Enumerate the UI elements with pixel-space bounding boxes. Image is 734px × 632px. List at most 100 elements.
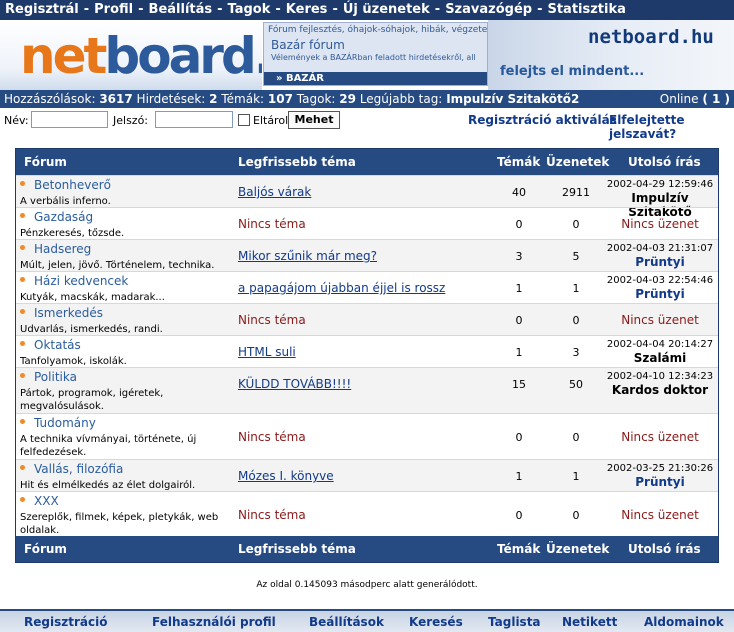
nav-separator: - — [217, 2, 223, 17]
ad-tag: » BAZÁR — [264, 72, 487, 85]
remember-checkbox[interactable] — [238, 114, 250, 126]
topic-count: 0 — [515, 509, 523, 522]
forum-link[interactable]: Tudomány — [34, 416, 96, 430]
nav-new-messages[interactable]: Új üzenetek — [343, 2, 430, 17]
table-footer-header: Fórum Legfrissebb téma Témák Üzenetek Ut… — [16, 536, 718, 562]
bullet-icon — [20, 309, 25, 314]
footer-register-link[interactable]: Regisztráció — [24, 615, 107, 629]
stats-bar: Hozzászólások: 3617 Hirdetések: 2 Témák:… — [0, 90, 734, 108]
table-body: Betonheverő A verbális inferno. Baljós v… — [16, 175, 718, 536]
brand-panel: netboard.hu felejts el mindent... — [488, 20, 734, 90]
stats-ads-label: Hirdetések: — [136, 92, 206, 106]
topic-count: 15 — [512, 378, 526, 391]
latest-topic-link[interactable]: HTML suli — [238, 345, 296, 359]
forum-link[interactable]: Hadsereg — [34, 242, 91, 256]
topic-count: 0 — [515, 431, 523, 444]
forum-link[interactable]: Vallás, filozófia — [34, 462, 123, 476]
stats-newest-member[interactable]: Impulzív Szitakötő2 — [446, 92, 579, 106]
table-row: XXX Szereplők, filmek, képek, pletykák, … — [16, 491, 718, 536]
login-bar: Név: Jelszó: Eltárol Mehet Regisztráció … — [0, 108, 734, 141]
nav-separator: - — [434, 2, 441, 17]
last-post-none: Nincs üzenet — [621, 430, 699, 444]
nav-separator: - — [332, 2, 338, 17]
nav-separator: - — [138, 2, 144, 17]
last-post-user[interactable]: Prüntyi — [600, 475, 720, 489]
last-post-date: 2002-04-03 22:54:46 — [606, 275, 714, 286]
stats-topics: 107 — [267, 92, 293, 106]
login-submit-button[interactable]: Mehet — [288, 111, 340, 129]
last-post-date: 2002-03-25 21:30:26 — [606, 463, 714, 474]
latest-topic-link[interactable]: Mózes I. könyve — [238, 469, 334, 483]
last-post-none: Nincs üzenet — [621, 217, 699, 231]
last-post-user[interactable]: Prüntyi — [600, 287, 720, 301]
ad-banner[interactable]: Fórum fejlesztés, óhajok-sóhajok, hibák,… — [263, 22, 488, 86]
table-row: Politika Pártok, programok, igéretek, me… — [16, 367, 718, 413]
forum-link[interactable]: Betonheverő — [34, 178, 111, 192]
stats-ads: 2 — [209, 92, 218, 106]
nav-register[interactable]: Regisztrál — [5, 2, 79, 17]
latest-topic-link[interactable]: KÜLDD TOVÁBB!!!! — [238, 377, 351, 391]
footer-header-last-post: Utolsó írás — [628, 542, 701, 556]
header-topics: Témák — [497, 155, 541, 169]
ad-line-2: Vélemények a BAZÁRban feladott hirdetése… — [271, 53, 476, 62]
last-post-user[interactable]: Kardos doktor — [600, 383, 720, 397]
nav-profile[interactable]: Profil — [94, 2, 133, 17]
last-post-user[interactable]: Prüntyi — [600, 255, 720, 269]
table-row: Házi kedvencek Kutyák, macskák, madarak.… — [16, 271, 718, 303]
footer-memberlist-link[interactable]: Taglista — [488, 615, 541, 629]
topic-count: 1 — [515, 282, 523, 295]
post-count: 0 — [572, 314, 580, 327]
name-input[interactable] — [31, 111, 108, 128]
footer-search-link[interactable]: Keresés — [409, 615, 463, 629]
forum-link[interactable]: XXX — [34, 494, 59, 508]
forum-link[interactable]: Oktatás — [34, 338, 81, 352]
generation-time: Az oldal 0.145093 másodperc alatt generá… — [256, 580, 478, 590]
last-post-none: Nincs üzenet — [621, 313, 699, 327]
post-count: 0 — [572, 509, 580, 522]
footer-header-topics: Témák — [497, 542, 541, 556]
latest-topic-link[interactable]: Mikor szűnik már meg? — [238, 249, 377, 263]
latest-topic-link[interactable]: a papagájom újabban éjjel is rossz — [238, 281, 445, 295]
online-label: Online — [659, 92, 699, 106]
post-count: 0 — [572, 431, 580, 444]
nav-separator: - — [83, 2, 90, 17]
forgot-password-link[interactable]: Elfelejtette jelszavát? — [609, 113, 734, 141]
last-post-user[interactable]: Szalámi — [600, 351, 720, 365]
table-row: Oktatás Tanfolyamok, iskolák. HTML suli … — [16, 335, 718, 367]
table-row: Gazdaság Pénzkeresés, tőzsde. Nincs téma… — [16, 207, 718, 239]
ad-title: Bazár fórum — [271, 38, 345, 52]
remember-label: Eltárol — [253, 114, 289, 127]
footer-subdomains-link[interactable]: Aldomainok — [644, 615, 724, 629]
forum-link[interactable]: Politika — [34, 370, 77, 384]
last-post-date: 2002-04-03 21:31:07 — [606, 243, 714, 254]
nav-search[interactable]: Keres — [286, 2, 328, 17]
latest-topic-link[interactable]: Baljós várak — [238, 185, 311, 199]
post-count: 1 — [572, 282, 580, 295]
site-logo[interactable]: netboard.hu — [0, 20, 262, 90]
footer-settings-link[interactable]: Beállítások — [309, 615, 384, 629]
forum-link[interactable]: Gazdaság — [34, 210, 93, 224]
bullet-icon — [20, 373, 25, 378]
latest-topic-none: Nincs téma — [238, 430, 306, 444]
nav-settings[interactable]: Beállítás — [149, 2, 213, 17]
bullet-icon — [20, 497, 25, 502]
password-input[interactable] — [155, 111, 233, 128]
logo-text-board: board.hu — [104, 27, 262, 85]
footer-netiquette-link[interactable]: Netikett — [562, 615, 617, 629]
footer-header-forum: Fórum — [24, 542, 67, 556]
stats-members-label: Tagok: — [296, 92, 336, 106]
forum-link[interactable]: Házi kedvencek — [34, 274, 128, 288]
bullet-icon — [20, 465, 25, 470]
forum-link[interactable]: Ismerkedés — [34, 306, 103, 320]
nav-poll[interactable]: Szavazógép — [445, 2, 532, 17]
footer-header-posts: Üzenetek — [546, 542, 610, 556]
footer-profile-link[interactable]: Felhasználói profil — [152, 615, 276, 629]
top-nav: Regisztrál - Profil - Beállítás - Tagok - Keres -… — [0, 0, 734, 20]
post-count: 2911 — [562, 186, 590, 199]
banner: netboard.hu Fórum fejlesztés, óhajok-sóh… — [0, 20, 734, 90]
nav-members[interactable]: Tagok — [228, 2, 271, 17]
nav-statistics[interactable]: Statisztika — [547, 2, 625, 17]
bullet-icon — [20, 181, 25, 186]
activate-link[interactable]: Regisztráció aktiválás — [468, 113, 617, 127]
post-count: 5 — [572, 250, 580, 263]
